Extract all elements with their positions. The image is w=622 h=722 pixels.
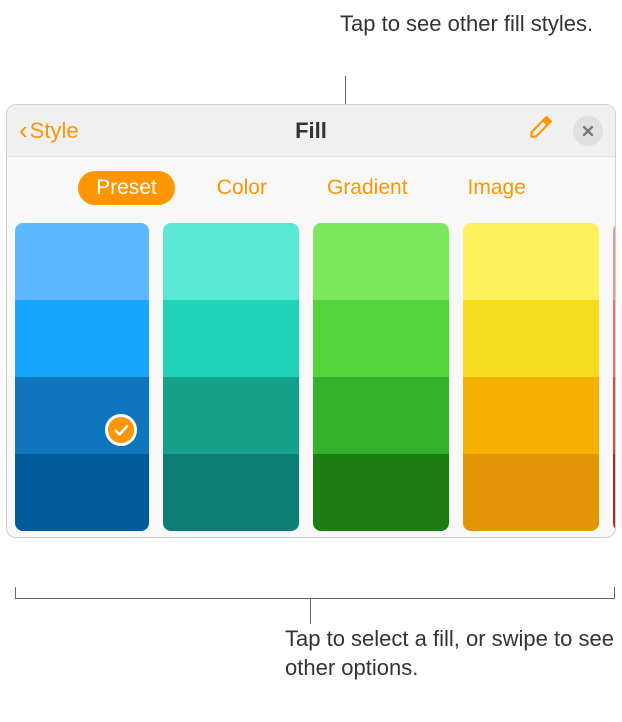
annotation-top: Tap to see other fill styles.: [340, 10, 593, 39]
swatch-column: [613, 223, 615, 531]
color-swatch[interactable]: [15, 300, 149, 377]
color-swatch[interactable]: [313, 454, 449, 531]
chevron-left-icon: ‹: [19, 115, 28, 146]
swatch-column: [15, 223, 149, 531]
panel-title: Fill: [295, 118, 327, 144]
fill-panel: ‹ Style Fill Preset Color Gradient Image: [6, 104, 616, 538]
color-swatch[interactable]: [15, 377, 149, 454]
swatch-grid[interactable]: [7, 215, 615, 537]
annotation-line: [310, 599, 311, 624]
color-swatch[interactable]: [613, 377, 615, 454]
color-swatch[interactable]: [15, 454, 149, 531]
color-swatch[interactable]: [613, 223, 615, 300]
tab-image[interactable]: Image: [450, 171, 544, 205]
color-swatch[interactable]: [613, 454, 615, 531]
swatch-column: [463, 223, 599, 531]
back-label: Style: [30, 118, 79, 144]
back-button[interactable]: ‹ Style: [19, 115, 79, 146]
close-button[interactable]: [573, 116, 603, 146]
color-swatch[interactable]: [313, 377, 449, 454]
color-swatch[interactable]: [463, 454, 599, 531]
panel-header: ‹ Style Fill: [7, 105, 615, 157]
color-swatch[interactable]: [463, 300, 599, 377]
fill-type-tabs: Preset Color Gradient Image: [7, 157, 615, 215]
color-swatch[interactable]: [15, 223, 149, 300]
color-swatch[interactable]: [163, 377, 299, 454]
swatch-column: [163, 223, 299, 531]
tab-preset[interactable]: Preset: [78, 171, 175, 205]
swatch-column: [313, 223, 449, 531]
color-swatch[interactable]: [463, 223, 599, 300]
color-swatch[interactable]: [163, 223, 299, 300]
annotation-bottom: Tap to select a fill, or swipe to see ot…: [285, 625, 622, 682]
color-swatch[interactable]: [163, 454, 299, 531]
color-swatch[interactable]: [613, 300, 615, 377]
color-swatch[interactable]: [313, 223, 449, 300]
tab-gradient[interactable]: Gradient: [309, 171, 426, 205]
eyedropper-icon[interactable]: [527, 115, 553, 146]
color-swatch[interactable]: [463, 377, 599, 454]
color-swatch[interactable]: [163, 300, 299, 377]
checkmark-icon: [105, 414, 137, 446]
annotation-bracket: [15, 587, 615, 599]
tab-color[interactable]: Color: [199, 171, 285, 205]
color-swatch[interactable]: [313, 300, 449, 377]
